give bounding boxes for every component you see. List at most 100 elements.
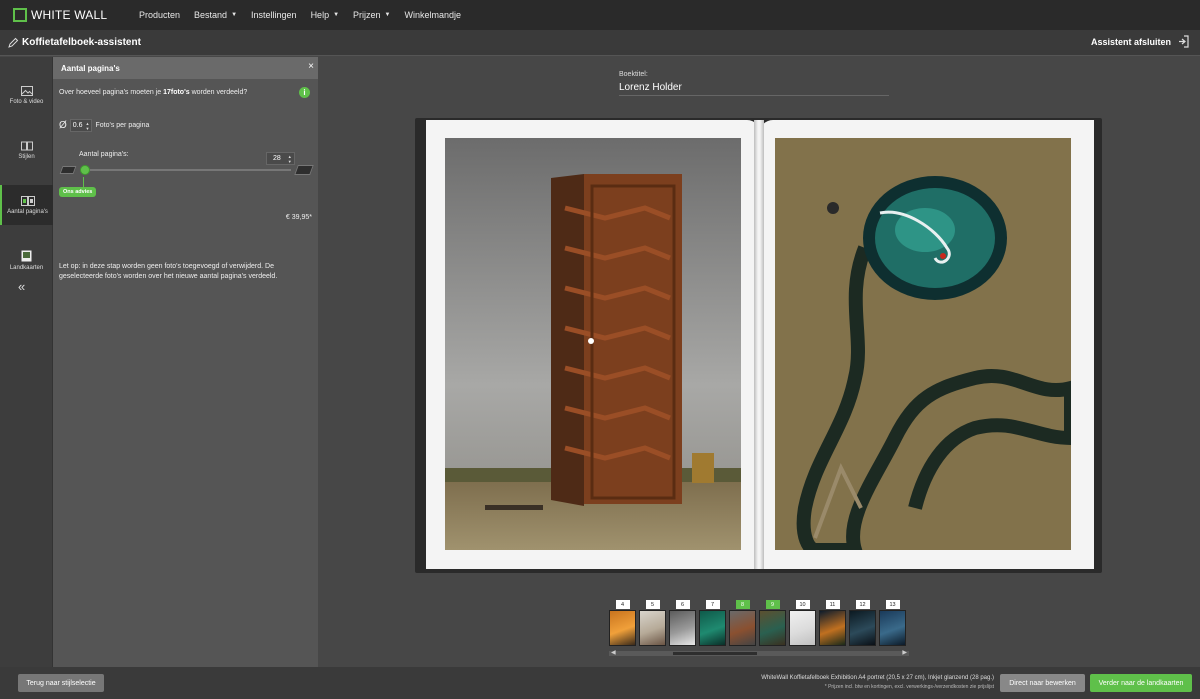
- thumbnail-image: [639, 610, 666, 646]
- sidebar-item-landkaarten[interactable]: Landkaarten: [0, 240, 53, 280]
- sidebar-item-aantal-paginas[interactable]: Aantal pagina's: [0, 185, 53, 225]
- average-symbol-icon: Ø: [59, 120, 67, 131]
- aerial-photo-image: [775, 138, 1071, 550]
- menu-instellingen[interactable]: Instellingen: [251, 10, 297, 20]
- direct-edit-button[interactable]: Direct naar bewerken: [1000, 674, 1085, 692]
- caret-down-icon: ▼: [231, 12, 238, 18]
- footer-bar: Terug naar stijlselectie WhiteWall Koffi…: [0, 667, 1200, 699]
- advice-marker: [83, 177, 84, 187]
- logo-text: WHITE WALL: [31, 8, 108, 22]
- book-title-input[interactable]: Lorenz Holder: [619, 82, 889, 96]
- page-thumbnail[interactable]: 9: [759, 600, 786, 646]
- advice-badge: Ons advies: [59, 187, 97, 197]
- menu-winkelmandje[interactable]: Winkelmandje: [405, 10, 462, 20]
- thumbnail-scrollbar[interactable]: ◀ ▶: [609, 649, 909, 656]
- thick-book-icon: [294, 165, 314, 175]
- thumbnail-page-number: 9: [765, 600, 780, 609]
- tower-photo-image: [445, 138, 741, 550]
- thumbnail-page-number: 8: [735, 600, 750, 609]
- page-title: Koffietafelboek-assistent: [22, 37, 141, 48]
- page-thumbnail[interactable]: 5: [639, 600, 666, 646]
- whitewall-logo[interactable]: WHITE WALL: [13, 8, 139, 22]
- stepper-box[interactable]: 28 ▲ ▼: [266, 152, 295, 165]
- sidebar-item-label: Aantal pagina's: [7, 208, 48, 215]
- page-thumbnail[interactable]: 11: [819, 600, 846, 646]
- thumbnail-image: [699, 610, 726, 646]
- sidebar-item-label: Foto & video: [9, 98, 44, 105]
- pencil-icon: [8, 37, 19, 48]
- scrollbar-thumb[interactable]: [673, 652, 757, 655]
- pages-count-stepper[interactable]: 28 ▲ ▼: [266, 147, 298, 165]
- thumbnail-page-number: 10: [795, 600, 810, 609]
- pages-panel: Aantal pagina's × Over hoeveel pagina's …: [53, 57, 318, 667]
- panel-header: Aantal pagina's: [53, 57, 318, 79]
- thumbnail-page-number: 7: [705, 600, 720, 609]
- caret-down-icon: ▼: [384, 12, 391, 18]
- sidebar-item-foto-video[interactable]: Foto & video: [0, 75, 53, 115]
- product-description: WhiteWall Koffietafelboek Exhibition A4 …: [761, 675, 994, 681]
- photo-icon: [20, 85, 33, 96]
- top-navigation: WHITE WALL Producten Bestand ▼ Instelling…: [0, 0, 1200, 30]
- thumbnail-page-number: 13: [885, 600, 900, 609]
- sidebar-item-stijlen[interactable]: Stijlen: [0, 130, 53, 170]
- menu-label: Prijzen: [353, 10, 381, 20]
- open-book-spread: [415, 118, 1102, 573]
- menu-producten[interactable]: Producten: [139, 10, 180, 20]
- thumbnail-image: [759, 610, 786, 646]
- thumbnail-image: [609, 610, 636, 646]
- book-title-label: Boektitel:: [619, 71, 648, 78]
- assistant-sidebar: Foto & video Stijlen Aantal pagina's Lan…: [0, 57, 53, 667]
- page-thumbnail[interactable]: 6: [669, 600, 696, 646]
- page-thumbnail[interactable]: 8: [729, 600, 756, 646]
- exit-label: Assistent afsluiten: [1090, 36, 1171, 47]
- stepper-value: 28: [273, 155, 281, 162]
- info-icon[interactable]: i: [299, 87, 310, 98]
- question-text: worden verdeeld?: [189, 89, 248, 96]
- stepper-arrows-icon[interactable]: ▲ ▼: [86, 121, 90, 131]
- menu-label: Winkelmandje: [404, 10, 462, 20]
- stepper-value: 0.6: [72, 122, 83, 129]
- price-label: € 39,95*: [285, 214, 312, 221]
- thumbnail-page-number: 5: [645, 600, 660, 609]
- thumbnail-image: [729, 610, 756, 646]
- page-thumbnail[interactable]: 7: [699, 600, 726, 646]
- sidebar-item-label: Stijlen: [18, 153, 35, 160]
- photos-per-page-stepper[interactable]: 0.6 ▲ ▼: [69, 119, 93, 132]
- thin-book-icon: [59, 166, 77, 174]
- menu-label: Instellingen: [251, 10, 297, 20]
- menu-prijzen[interactable]: Prijzen ▼: [353, 10, 390, 20]
- thumbnail-image: [879, 610, 906, 646]
- page-thumbnail[interactable]: 13: [879, 600, 906, 646]
- close-icon[interactable]: ×: [308, 61, 314, 72]
- next-maps-button[interactable]: Verder naar de landkaarten: [1090, 674, 1192, 692]
- thumbnail-page-number: 6: [675, 600, 690, 609]
- thumbnail-page-number: 12: [855, 600, 870, 609]
- scroll-left-icon[interactable]: ◀: [611, 649, 616, 656]
- stepper-arrows-icon[interactable]: ▲ ▼: [288, 154, 292, 164]
- photo-count: 17foto's: [163, 89, 190, 96]
- thumbnail-image: [789, 610, 816, 646]
- menu-label: Producten: [139, 10, 181, 20]
- photos-per-page-label: Foto's per pagina: [95, 122, 150, 129]
- menu-help[interactable]: Help ▼: [311, 10, 339, 20]
- scroll-right-icon[interactable]: ▶: [902, 649, 907, 656]
- tower-photo[interactable]: [445, 138, 741, 550]
- aerial-photo[interactable]: [775, 138, 1071, 550]
- back-to-style-button[interactable]: Terug naar stijlselectie: [18, 674, 104, 692]
- collapse-sidebar-icon[interactable]: «: [18, 279, 25, 294]
- page-thumbnail[interactable]: 12: [849, 600, 876, 646]
- exit-assistant-button[interactable]: Assistent afsluiten: [1091, 35, 1190, 48]
- sidebar-item-label: Landkaarten: [9, 264, 44, 271]
- pages-slider[interactable]: [80, 165, 291, 175]
- pages-count-label: Aantal pagina's:: [79, 151, 129, 158]
- page-thumbnail[interactable]: 10: [789, 600, 816, 646]
- photos-per-page-row: Ø 0.6 ▲ ▼ Foto's per pagina: [59, 119, 149, 132]
- book-icon: [20, 141, 33, 150]
- info-note: Let op: in deze stap worden geen foto's …: [59, 263, 278, 280]
- page-thumbnail[interactable]: 4: [609, 600, 636, 646]
- menu-bestand[interactable]: Bestand ▼: [194, 10, 237, 20]
- panel-title: Aantal pagina's: [61, 63, 120, 73]
- logo-square-icon: [13, 8, 27, 22]
- pages-icon: [20, 195, 35, 206]
- slider-handle[interactable]: [80, 165, 90, 175]
